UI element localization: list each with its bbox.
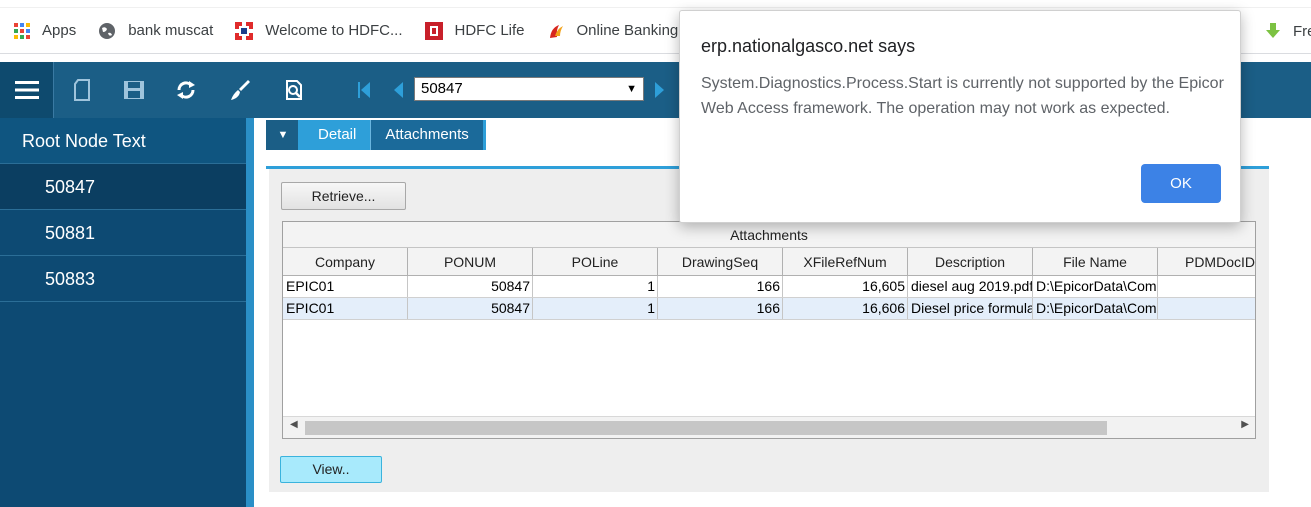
column-header-drawingseq[interactable]: DrawingSeq: [658, 248, 783, 275]
column-header-file-name[interactable]: File Name: [1033, 248, 1158, 275]
save-button[interactable]: [108, 62, 160, 118]
sidebar-splitter[interactable]: [246, 118, 254, 507]
screen: Apps bank muscat Welcome to HDFC... HDFC…: [0, 0, 1311, 507]
menu-button[interactable]: [0, 62, 54, 118]
hdfc-life-logo-icon: [424, 21, 443, 40]
next-record-icon: [655, 82, 664, 98]
scroll-left-icon[interactable]: ◀: [290, 419, 298, 430]
bookmark-label: HDFC Life: [454, 22, 525, 39]
previous-record-icon: [394, 82, 403, 98]
apps-grid-icon: [14, 22, 30, 39]
tree-item-50881[interactable]: 50881: [0, 210, 246, 256]
online-banking-logo-icon: [549, 24, 563, 38]
clear-brush-icon: [231, 80, 250, 100]
new-button[interactable]: [56, 62, 108, 118]
tree-item-50883[interactable]: 50883: [0, 256, 246, 302]
dialog-title: erp.nationalgasco.net says: [701, 36, 916, 56]
tree-item-label: 50847: [45, 177, 96, 197]
record-selector-value: 50847: [421, 80, 463, 97]
cell-drawingseq[interactable]: 166: [658, 276, 783, 297]
grid-caption: Attachments: [283, 222, 1255, 248]
first-record-icon: [358, 82, 370, 98]
cell-ponum[interactable]: 50847: [408, 276, 533, 297]
dropdown-arrow-icon: ▼: [626, 83, 637, 95]
browser-top-strip: [0, 0, 1311, 8]
tab-dropdown-button[interactable]: ▼: [266, 120, 300, 150]
download-arrow-icon: [1266, 23, 1280, 38]
column-header-ponum[interactable]: PONUM: [408, 248, 533, 275]
cell-pdmdocid[interactable]: [1158, 298, 1255, 319]
tree-root-node[interactable]: Root Node Text: [0, 118, 246, 164]
dialog-message: System.Diagnostics.Process.Start is curr…: [701, 75, 1224, 117]
tab-attachments-label: Attachments: [385, 126, 469, 143]
column-header-pdmdocid[interactable]: PDMDocID: [1158, 248, 1255, 275]
cell-company[interactable]: EPIC01: [283, 276, 408, 297]
refresh-button[interactable]: [160, 62, 212, 118]
tab-detail[interactable]: Detail: [298, 120, 371, 150]
cell-description[interactable]: diesel aug 2019.pdf: [908, 276, 1033, 297]
tab-detail-label: Detail: [318, 126, 357, 143]
globe-icon: [99, 22, 116, 39]
view-button-label: View..: [312, 461, 350, 477]
cell-drawingseq[interactable]: 166: [658, 298, 783, 319]
column-header-poline[interactable]: POLine: [533, 248, 658, 275]
menu-icon: [14, 81, 39, 99]
retrieve-button-label: Retrieve...: [311, 188, 376, 204]
tree-root-label: Root Node Text: [22, 131, 146, 151]
grid-header-row: Company PONUM POLine DrawingSeq XFileRef…: [283, 248, 1255, 276]
cell-ponum[interactable]: 50847: [408, 298, 533, 319]
bookmark-label: Apps: [42, 22, 77, 39]
bookmark-free[interactable]: Fre: [1263, 8, 1311, 54]
bookmark-label: Fre: [1293, 22, 1311, 40]
table-row[interactable]: EPIC01 50847 1 166 16,605 diesel aug 201…: [283, 276, 1255, 298]
cell-poline[interactable]: 1: [533, 298, 658, 319]
hdfc-logo-icon: [235, 21, 254, 40]
table-row[interactable]: EPIC01 50847 1 166 16,606 Diesel price f…: [283, 298, 1255, 320]
bookmark-label: Welcome to HDFC...: [265, 22, 403, 39]
save-icon: [124, 81, 144, 99]
new-document-icon: [74, 79, 90, 101]
search-button[interactable]: [268, 62, 320, 118]
search-icon: [286, 80, 302, 100]
cell-file-name[interactable]: D:\EpicorData\Comp: [1033, 276, 1158, 297]
bookmark-hdfc[interactable]: Welcome to HDFC...: [235, 21, 403, 40]
refresh-icon: [177, 81, 195, 99]
tree-item-label: 50881: [45, 223, 96, 243]
column-header-xfilerefnum[interactable]: XFileRefNum: [783, 248, 908, 275]
cell-xfilerefnum[interactable]: 16,606: [783, 298, 908, 319]
cell-file-name[interactable]: D:\EpicorData\Comp: [1033, 298, 1158, 319]
scroll-right-icon[interactable]: ▶: [1241, 419, 1249, 430]
scrollbar-thumb[interactable]: [305, 421, 1107, 435]
caret-down-icon: ▼: [277, 129, 289, 141]
horizontal-scrollbar[interactable]: ◀ ▶: [283, 416, 1255, 438]
bookmark-label: Online Banking: [576, 22, 679, 39]
cell-pdmdocid[interactable]: [1158, 276, 1255, 297]
bookmark-bank-muscat[interactable]: bank muscat: [98, 22, 213, 40]
record-selector[interactable]: 50847 ▼: [414, 77, 644, 101]
attachments-grid: Attachments Company PONUM POLine Drawing…: [282, 221, 1256, 439]
cell-company[interactable]: EPIC01: [283, 298, 408, 319]
tab-bar: ▼ Detail Attachments: [266, 120, 486, 150]
bookmark-online-banking[interactable]: Online Banking: [547, 22, 679, 40]
bookmark-label: bank muscat: [128, 22, 214, 39]
retrieve-button[interactable]: Retrieve...: [281, 182, 406, 210]
cell-poline[interactable]: 1: [533, 276, 658, 297]
clear-button[interactable]: [214, 62, 266, 118]
column-header-description[interactable]: Description: [908, 248, 1033, 275]
cell-xfilerefnum[interactable]: 16,605: [783, 276, 908, 297]
tree-item-50847[interactable]: 50847: [0, 164, 246, 210]
view-button[interactable]: View..: [280, 456, 382, 483]
tree-item-label: 50883: [45, 269, 96, 289]
bookmark-apps[interactable]: Apps: [14, 22, 76, 39]
column-header-company[interactable]: Company: [283, 248, 408, 275]
alert-dialog: erp.nationalgasco.net says System.Diagno…: [679, 10, 1241, 223]
ok-button[interactable]: OK: [1141, 164, 1221, 203]
tree-sidebar: Root Node Text 50847 50881 50883: [0, 118, 246, 507]
tab-attachments[interactable]: Attachments: [370, 120, 486, 150]
ok-button-label: OK: [1170, 175, 1192, 192]
bookmark-hdfc-life[interactable]: HDFC Life: [424, 21, 525, 40]
cell-description[interactable]: Diesel price formula: [908, 298, 1033, 319]
